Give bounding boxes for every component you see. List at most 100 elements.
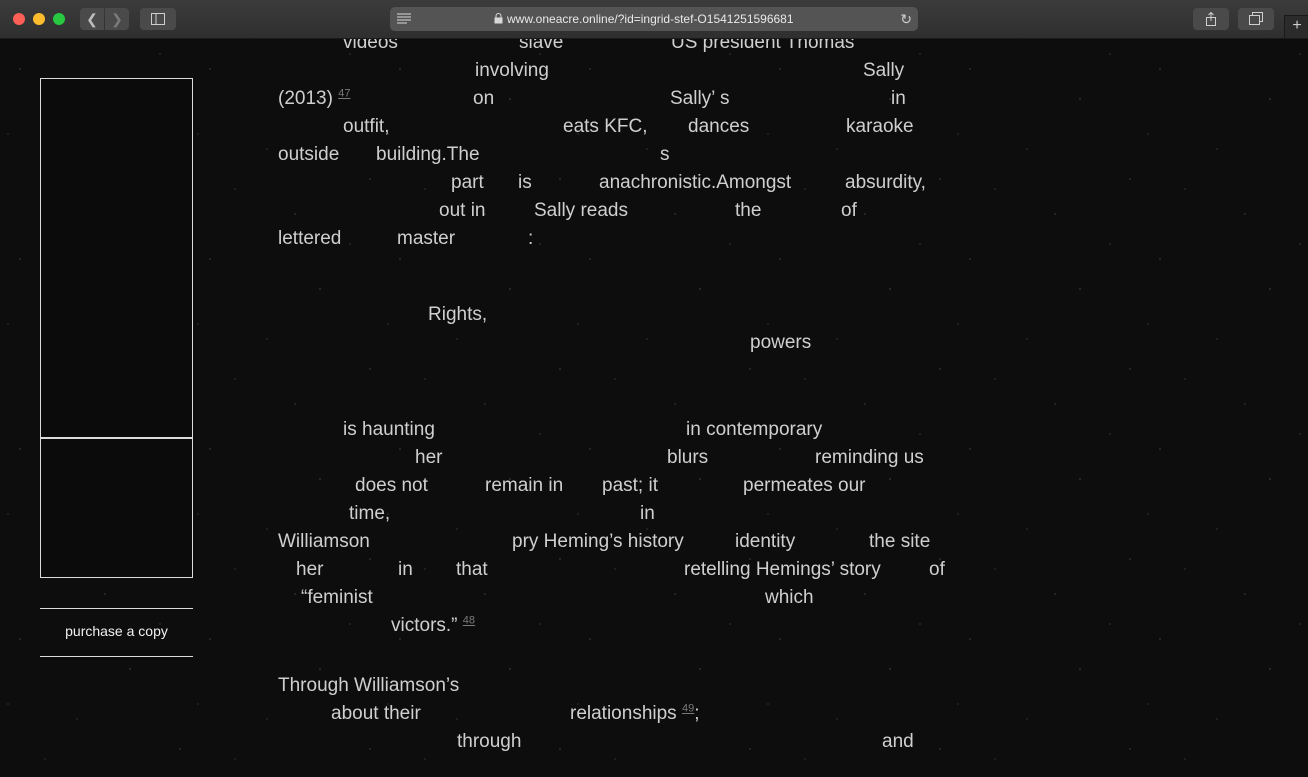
word: slave [519,39,564,53]
word: her [415,447,443,468]
word: in [640,503,655,524]
reader-icon[interactable] [397,13,411,24]
word: permeates our [743,475,866,496]
word: relationships 49; [570,702,700,724]
footnote-link[interactable]: 47 [338,88,350,100]
word: the [735,200,762,221]
text-line: about their relationships 49; [278,700,958,728]
sidebar-icon [151,13,165,25]
word: past; it [602,475,658,496]
text-line: “feminist which [278,584,958,612]
text-line: Williamson pry Heming’s history identity… [278,528,958,556]
word: outfit, [343,116,390,137]
text-line: outside building.The s [278,141,958,169]
word: remain in [485,475,564,496]
word: out in [439,200,486,221]
word: does not [355,475,428,496]
word: (2013) 47 [278,87,351,109]
word: that [456,559,488,580]
text-line: through and [278,728,958,756]
image-frame [40,438,193,578]
word: master [397,228,456,249]
word: is [518,172,532,193]
word: karaoke [846,116,914,137]
show-tabs-button[interactable] [1238,8,1274,30]
word: on [473,88,495,109]
text-line: her in that retelling Hemings’ story of [278,556,958,584]
purchase-copy-link[interactable]: purchase a copy [40,608,193,657]
word: in [398,559,413,580]
text-line: is haunting in contemporary [278,416,958,444]
text-line: lettered master : [278,225,958,253]
word: “feminist [301,587,373,608]
word: videos [343,39,398,53]
new-tab-button[interactable]: + [1284,15,1308,38]
word: Rights, [428,304,488,325]
text-line: time, in [278,500,958,528]
share-button[interactable] [1193,8,1229,30]
word: reminding us [815,447,924,468]
image-frame [40,78,193,352]
footnote-link[interactable]: 48 [463,615,475,627]
word: building.The [376,144,480,165]
word: eats KFC, [563,116,648,137]
lock-icon [494,13,503,24]
text-line: powers [278,329,958,357]
text-line: victors.” 48 [278,612,958,640]
word: part [451,172,484,193]
text-line: her blurs reminding us [278,444,958,472]
sidebar-toggle-button[interactable] [140,8,176,30]
text-line [278,357,958,385]
word: powers [750,332,812,353]
word: absurdity, [845,172,926,193]
word: which [765,587,814,608]
word: lettered [278,228,342,249]
text-line: out in Sally reads the of [278,197,958,225]
word: blurs [667,447,709,468]
word: through [457,731,522,752]
word: victors.” 48 [391,614,476,636]
text-line: does not remain in past; it permeates ou… [278,472,958,500]
word: Sally’ s [670,88,730,109]
word: Through Williamson’s [278,675,460,696]
zoom-window-button[interactable] [53,13,65,25]
word: involving [475,60,549,81]
chevron-right-icon: ❯ [111,11,123,27]
address-bar[interactable]: www.oneacre.online/?id=ingrid-stef-O1541… [390,7,918,31]
text-line [278,640,958,668]
word: s [660,144,670,165]
plus-icon: + [1292,17,1302,34]
url-text: www.oneacre.online/?id=ingrid-stef-O1541… [507,12,794,26]
forward-button[interactable]: ❯ [105,8,129,30]
word: Williamson [278,531,370,552]
word: of [929,559,945,580]
text-line: Through Williamson’s [278,672,958,700]
text-line: involving Sally [278,57,958,85]
text-line: videos slave US president Thomas [278,39,958,57]
text-line: part is anachronistic.Amongst absurdity, [278,169,958,197]
word: is haunting [343,419,435,440]
footnote-link[interactable]: 49 [682,703,694,715]
article-text: videos slave US president Thomas involvi… [278,39,958,752]
word: in contemporary [686,419,823,440]
word: of [841,200,857,221]
share-icon [1206,12,1216,26]
word: dances [688,116,750,137]
word: in [891,88,906,109]
word: about their [331,703,421,724]
word: anachronistic.Amongst [599,172,792,193]
image-frame [40,351,193,438]
word: US president Thomas [671,39,855,53]
web-page: purchase a copy videos slave US presiden… [0,39,1308,777]
close-window-button[interactable] [13,13,25,25]
word: Sally reads [534,200,628,221]
minimize-window-button[interactable] [33,13,45,25]
browser-toolbar: ❮ ❯ www.oneacre.online/?id=ingrid-stef-O… [0,0,1308,39]
text-line: (2013) 47 on Sally’ s in [278,85,958,113]
word: time, [349,503,391,524]
back-button[interactable]: ❮ [80,8,104,30]
chevron-left-icon: ❮ [86,11,98,27]
reload-icon[interactable]: ↻ [900,11,912,28]
word: identity [735,531,796,552]
tabs-icon [1249,12,1263,25]
